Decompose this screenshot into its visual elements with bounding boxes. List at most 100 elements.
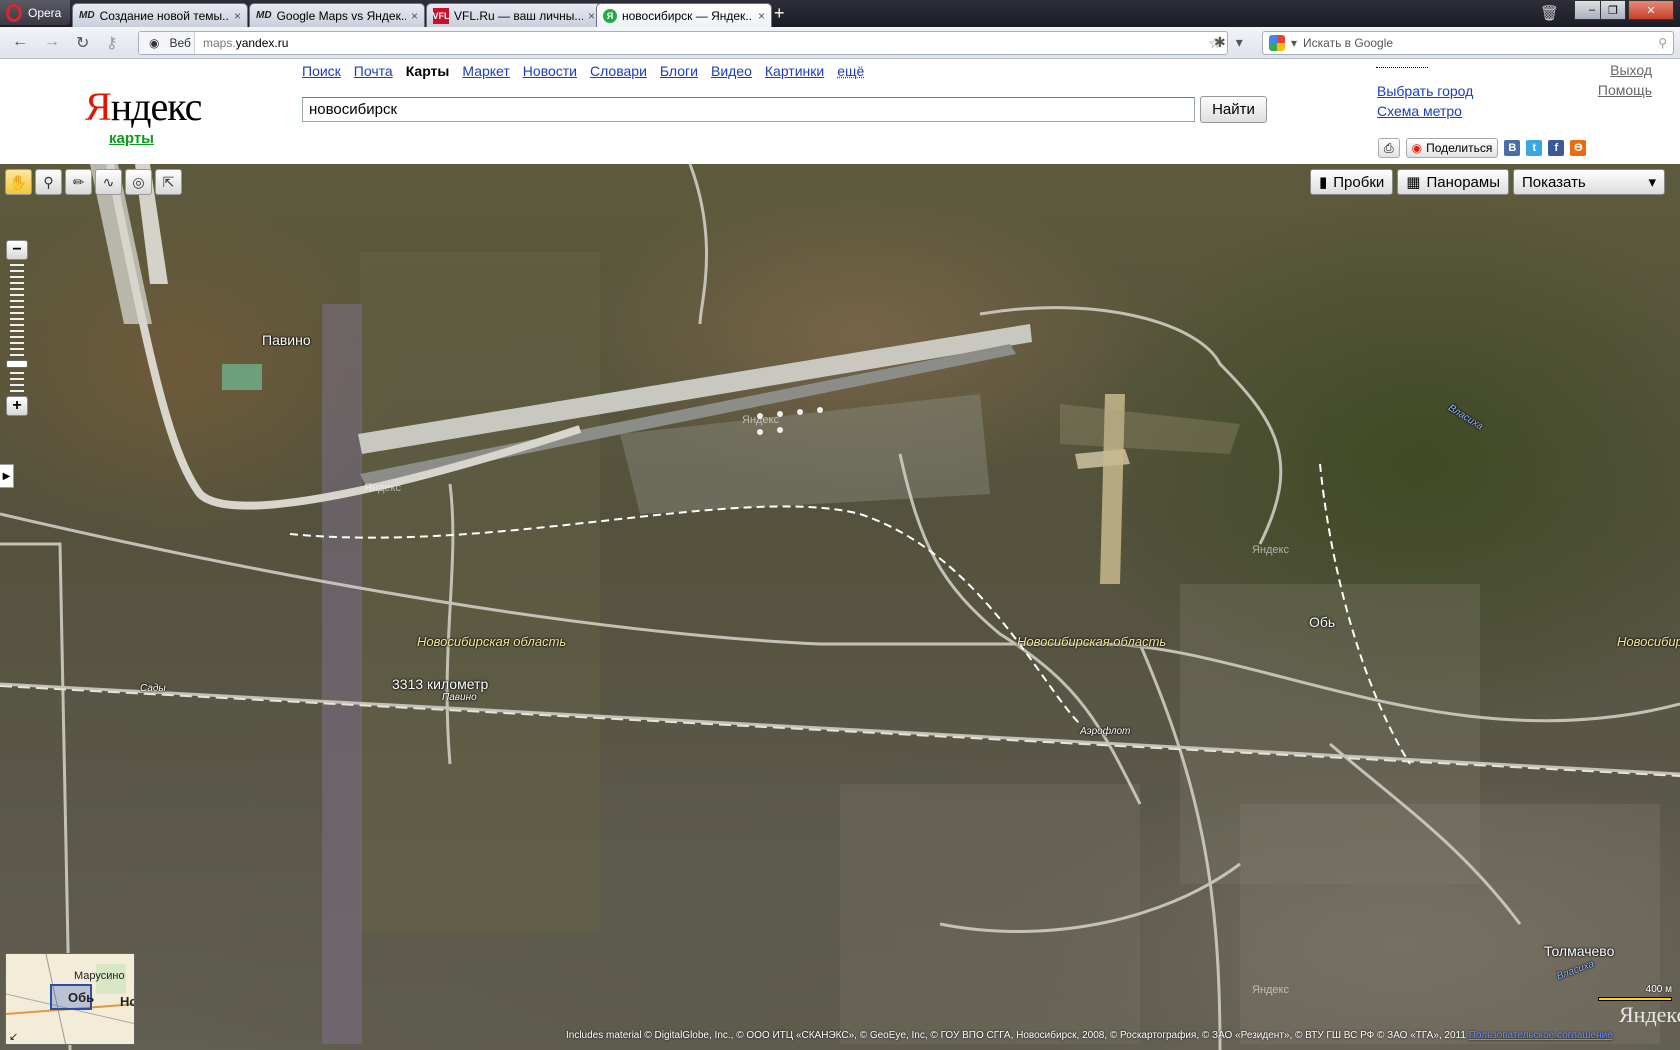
tab-title: Создание новой темы...	[99, 8, 229, 23]
add-point-icon[interactable]: ◎	[125, 169, 152, 195]
route-icon[interactable]: ∿	[95, 169, 122, 195]
browser-tab[interactable]: MD Google Maps vs Яндек... ×	[249, 3, 425, 27]
nav-images[interactable]: Картинки	[765, 63, 824, 79]
tab-close-icon[interactable]: ×	[758, 9, 765, 23]
satellite-map[interactable]: Павино Яндекс Яндекс Яндекс Яндекс Новос…	[0, 164, 1680, 1050]
hand-tool-icon[interactable]: ✋	[5, 169, 32, 195]
search-placeholder: Искать в Google	[1303, 36, 1394, 50]
nav-more[interactable]: ещё	[837, 63, 864, 79]
opera-logo-icon	[6, 3, 22, 22]
browser-tab[interactable]: MD Создание новой темы... ×	[72, 3, 248, 27]
logout-link[interactable]: Выход	[1580, 62, 1652, 78]
select-icon[interactable]: ⇱	[155, 169, 182, 195]
nav-blogs[interactable]: Блоги	[660, 63, 698, 79]
turbo-icon[interactable]: ✱	[1214, 34, 1226, 51]
label-aeroflot-station: Аэрофлот	[1080, 726, 1131, 737]
zoom-area-icon[interactable]: ⚲	[35, 169, 62, 195]
chevron-down-icon[interactable]: ▾	[1291, 36, 1297, 50]
username-placeholder[interactable]	[1376, 67, 1428, 68]
scale-bar	[1598, 997, 1672, 1001]
turbo-dropdown-icon[interactable]: ▾	[1236, 34, 1243, 51]
search-icon[interactable]: ⚲	[1658, 36, 1667, 50]
traffic-button[interactable]: ▮ Пробки	[1310, 169, 1394, 195]
nav-mail[interactable]: Почта	[354, 63, 393, 79]
overview-minimap[interactable]: Марусино Обь Но ↙	[5, 953, 135, 1045]
minimap-label: Обь	[68, 990, 95, 1005]
maximize-button[interactable]: ❐	[1600, 0, 1626, 20]
map-search-input[interactable]	[302, 97, 1195, 122]
close-window-button[interactable]: ✕	[1628, 0, 1674, 20]
tab-close-icon[interactable]: ×	[234, 9, 241, 23]
facebook-icon[interactable]: f	[1548, 140, 1565, 156]
nav-dictionaries[interactable]: Словари	[590, 63, 647, 79]
map-imagery	[0, 164, 1680, 1050]
service-name-link[interactable]: карты	[109, 130, 154, 147]
share-icon: ◉	[1411, 141, 1423, 155]
expand-panel-button[interactable]: ▶	[0, 464, 14, 488]
tab-close-icon[interactable]: ×	[411, 9, 418, 23]
label-region: Новосибирс	[1617, 634, 1680, 649]
browser-tab[interactable]: VFL VFL.Ru — ваш личны... ×	[426, 3, 602, 27]
metro-map-link[interactable]: Схема метро	[1377, 103, 1473, 119]
printer-icon: ⎙	[1384, 140, 1394, 155]
label-tolmachevo: Толмачево	[1544, 943, 1615, 959]
terms-link[interactable]: Пользовательское соглашение	[1469, 1030, 1613, 1041]
zoom-thumb[interactable]	[6, 360, 28, 368]
help-link[interactable]: Помощь	[1580, 82, 1652, 98]
label-ob: Обь	[1309, 614, 1336, 630]
back-icon[interactable]: ←	[12, 33, 28, 51]
services-nav: Поиск Почта Карты Маркет Новости Словари…	[302, 63, 864, 79]
share-toolbar: ⎙ ◉ Поделиться B t f Ө	[1378, 138, 1587, 158]
yandex-logo[interactable]: Яндекс	[85, 83, 202, 130]
vkontakte-icon[interactable]: B	[1504, 140, 1521, 156]
yandex-watermark: Яндекс	[1619, 1002, 1680, 1027]
label-watermark: Яндекс	[1252, 984, 1289, 996]
zoom-out-button[interactable]: −	[6, 240, 28, 260]
zoom-slider[interactable]: − +	[6, 240, 28, 420]
google-icon	[1269, 35, 1285, 51]
key-icon[interactable]: ⚷	[106, 33, 118, 53]
panoramas-button[interactable]: ▦ Панорамы	[1397, 169, 1509, 195]
map-scale: 400 м	[1598, 984, 1672, 1001]
minimap-collapse-icon[interactable]: ↙	[9, 1030, 18, 1043]
show-label: Показать	[1521, 173, 1586, 191]
twitter-icon[interactable]: t	[1526, 140, 1543, 156]
nav-market[interactable]: Маркет	[462, 63, 509, 79]
find-button[interactable]: Найти	[1200, 96, 1267, 123]
label-sady-station: Сады	[140, 683, 166, 694]
browser-tab-active[interactable]: Я новосибирск — Яндек... ×	[596, 3, 772, 27]
tab-favicon-icon: VFL	[433, 7, 450, 24]
nav-maps: Карты	[405, 63, 450, 79]
nav-news[interactable]: Новости	[523, 63, 577, 79]
web-badge: ◉ Веб	[139, 32, 195, 54]
share-label: Поделиться	[1426, 141, 1493, 155]
forward-icon[interactable]: →	[44, 33, 60, 51]
opera-menu-button[interactable]: Opera	[0, 0, 70, 25]
reload-icon[interactable]: ↻	[76, 33, 89, 53]
zoom-in-button[interactable]: +	[6, 396, 28, 416]
tab-title: VFL.Ru — ваш личны...	[454, 8, 583, 23]
odnoklassniki-icon[interactable]: Ө	[1570, 140, 1587, 156]
map-layer-buttons: ▮ Пробки ▦ Панорамы Показать ▾	[1310, 169, 1665, 195]
trash-icon[interactable]: 🗑	[1540, 4, 1559, 22]
choose-city-link[interactable]: Выбрать город	[1377, 83, 1473, 99]
show-layers-dropdown[interactable]: Показать ▾	[1512, 169, 1665, 195]
new-tab-button[interactable]: +	[774, 3, 785, 24]
print-button[interactable]: ⎙	[1378, 138, 1400, 158]
nav-search[interactable]: Поиск	[302, 63, 341, 79]
zoom-track[interactable]	[10, 264, 24, 394]
share-button[interactable]: ◉ Поделиться	[1405, 138, 1499, 158]
ruler-icon[interactable]: ✏	[65, 169, 92, 195]
traffic-label: Пробки	[1333, 173, 1385, 191]
tab-title: Google Maps vs Яндек...	[276, 8, 406, 23]
toolbar-icons: ✱ ▾	[1214, 34, 1243, 51]
label-pavino: Павино	[262, 332, 311, 348]
panoramas-label: Панорамы	[1426, 173, 1500, 191]
address-field[interactable]: ◉ Веб maps.yandex.ru ☆	[138, 31, 1228, 55]
nav-video[interactable]: Видео	[711, 63, 752, 79]
google-search-field[interactable]: ▾ Искать в Google ⚲	[1262, 31, 1674, 55]
browser-tab-bar: Opera MD Создание новой темы... × MD Goo…	[0, 0, 1680, 27]
tab-close-icon[interactable]: ×	[588, 9, 595, 23]
traffic-light-icon: ▮	[1319, 174, 1328, 191]
scale-label: 400 м	[1645, 984, 1672, 995]
